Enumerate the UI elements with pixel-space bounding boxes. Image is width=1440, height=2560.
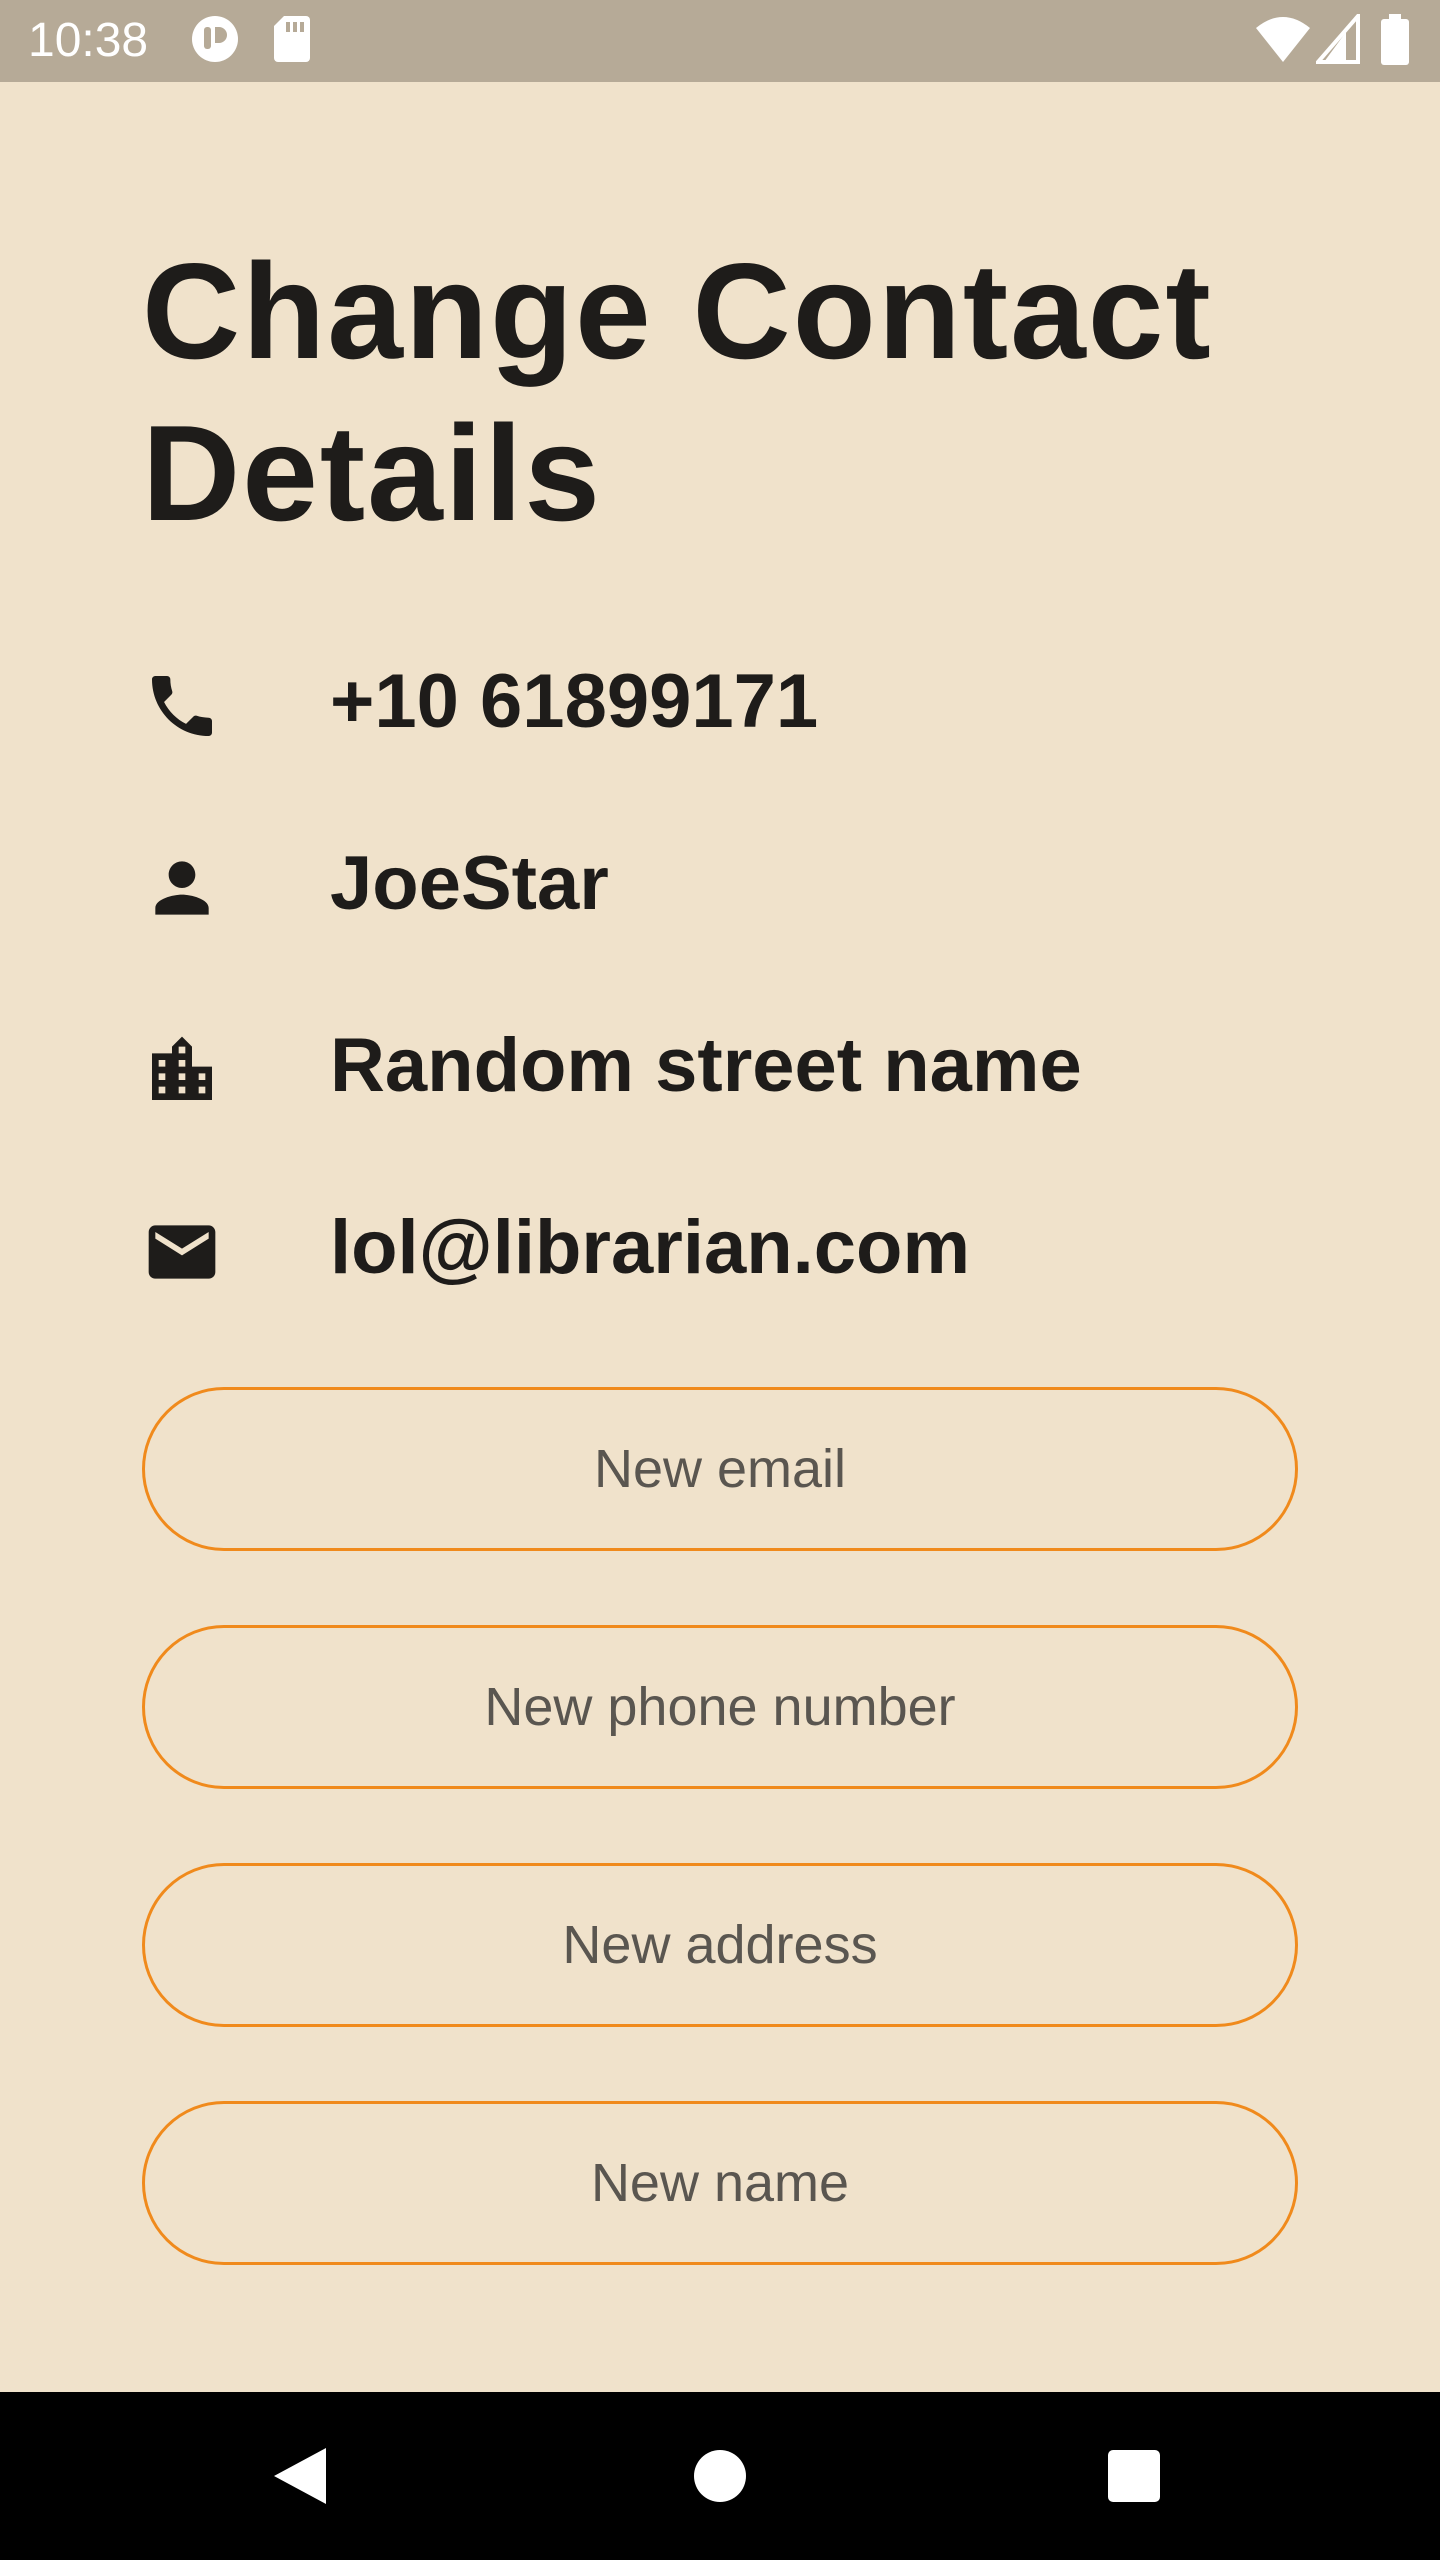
phone-value: +10 61899171: [330, 659, 819, 744]
building-icon: [152, 1036, 212, 1100]
new-name-input[interactable]: [142, 2101, 1298, 2265]
battery-icon: [1381, 14, 1409, 65]
status-time: 10:38: [28, 14, 149, 67]
email-value: lol@librarian.com: [330, 1205, 971, 1290]
new-email-input[interactable]: [142, 1387, 1298, 1551]
signal-icon: [1316, 14, 1360, 64]
wifi-icon: [1256, 17, 1310, 62]
name-value: JoeStar: [330, 841, 609, 926]
page-title: Change Contact Details: [142, 235, 1213, 549]
phone-row: +10 61899171: [142, 652, 1342, 752]
status-bar: 10:38: [0, 0, 1440, 82]
address-row: Random street name: [142, 1016, 1342, 1116]
phone-icon: [152, 676, 212, 736]
name-row: JoeStar: [142, 834, 1342, 934]
sd-card-icon: [274, 16, 310, 62]
back-icon[interactable]: [260, 2436, 340, 2516]
address-value: Random street name: [330, 1023, 1082, 1108]
app-notification-icon: [192, 16, 238, 62]
email-row: lol@librarian.com: [142, 1198, 1342, 1298]
new-phone-input[interactable]: [142, 1625, 1298, 1789]
recents-icon[interactable]: [1094, 2436, 1174, 2516]
main-content: Change Contact Details +10 61899171 JoeS…: [0, 82, 1440, 2392]
mail-icon: [148, 1225, 216, 1279]
home-icon[interactable]: [680, 2436, 760, 2516]
navigation-bar: [0, 2392, 1440, 2560]
person-icon: [155, 861, 209, 915]
new-address-input[interactable]: [142, 1863, 1298, 2027]
